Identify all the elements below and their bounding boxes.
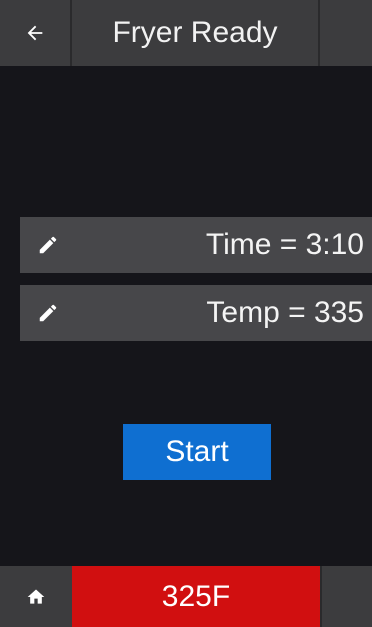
header-bar: Fryer Ready xyxy=(0,0,372,66)
arrow-left-icon xyxy=(27,25,43,41)
start-button[interactable]: Start xyxy=(123,424,271,480)
temp-value: Temp = 335 xyxy=(206,296,364,329)
pencil-icon xyxy=(39,304,57,322)
footer-bar: 325F xyxy=(0,566,372,627)
home-button[interactable] xyxy=(0,566,72,627)
footer-spacer xyxy=(320,566,372,627)
main-content: Time = 3:10 Temp = 335 Start xyxy=(0,66,372,566)
edit-temp-button[interactable] xyxy=(20,285,76,341)
temp-setting-row[interactable]: Temp = 335 xyxy=(20,285,372,341)
time-setting-row[interactable]: Time = 3:10 xyxy=(20,217,372,273)
home-icon xyxy=(27,589,45,604)
page-title: Fryer Ready xyxy=(72,0,320,66)
edit-time-button[interactable] xyxy=(20,217,76,273)
current-temp-readout: 325F xyxy=(72,566,320,627)
time-value: Time = 3:10 xyxy=(205,228,364,261)
back-button[interactable] xyxy=(0,0,72,66)
header-spacer xyxy=(320,0,372,66)
pencil-icon xyxy=(39,236,57,254)
